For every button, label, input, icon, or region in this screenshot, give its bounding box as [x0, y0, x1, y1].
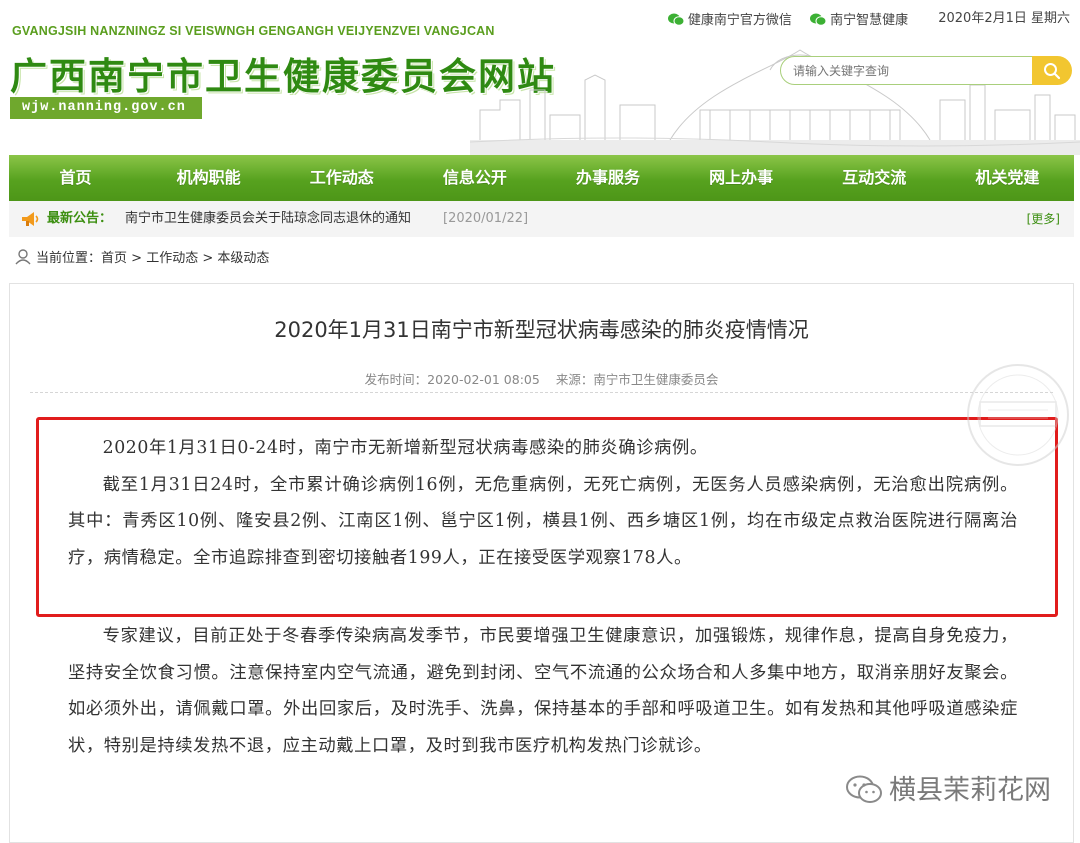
- wechat-account-watermark: 横县茉莉花网: [845, 768, 1051, 806]
- megaphone-icon: [22, 212, 39, 226]
- announcement-date: [2020/01/22]: [443, 211, 529, 226]
- article-divider: [30, 392, 1053, 393]
- watermark-text: 横县茉莉花网: [889, 775, 1051, 806]
- site-header: GVANGJSIH NANZNINGZ SI VEISWNGH GENGANGH…: [0, 0, 1080, 155]
- nav-item-interaction[interactable]: 互动交流: [808, 155, 941, 201]
- breadcrumb-separator: >: [198, 251, 218, 266]
- nav-item-services[interactable]: 办事服务: [542, 155, 675, 201]
- article-publish-time: 发布时间：2020-02-01 08:05: [364, 372, 540, 387]
- nav-item-info-disclosure[interactable]: 信息公开: [408, 155, 541, 201]
- article-title: 2020年1月31日南宁市新型冠状病毒感染的肺炎疫情情况: [274, 318, 809, 342]
- top-link-label: 南宁智慧健康: [830, 13, 909, 28]
- announcement-bar: 最新公告： 南宁市卫生健康委员会关于陆琼念同志退休的通知 [2020/01/22…: [9, 201, 1074, 237]
- breadcrumb-home[interactable]: 首页: [101, 251, 127, 266]
- breadcrumb: 当前位置：首页 > 工作动态 > 本级动态: [14, 247, 269, 271]
- user-location-icon: [15, 249, 31, 265]
- breadcrumb-separator: >: [127, 251, 147, 266]
- article-paragraph: 专家建议，目前正处于冬春季传染病高发季节，市民要增强卫生健康意识，加强锻炼，规律…: [68, 626, 1018, 756]
- top-link-wechat-official[interactable]: 健康南宁官方微信: [667, 9, 792, 28]
- nav-item-work-news[interactable]: 工作动态: [275, 155, 408, 201]
- nav-item-functions[interactable]: 机构职能: [142, 155, 275, 201]
- article-body: 专家建议，目前正处于冬春季传染病高发季节，市民要增强卫生健康意识，加强锻炼，规律…: [68, 618, 1018, 764]
- search-button[interactable]: [1032, 56, 1072, 85]
- breadcrumb-work-news[interactable]: 工作动态: [146, 251, 198, 266]
- announcement-more-link[interactable]: [更多]: [1027, 201, 1060, 237]
- city-skyline-banner: [470, 49, 1080, 155]
- article-source: 来源：南宁市卫生健康委员会: [555, 372, 719, 387]
- seal-watermark: [967, 364, 1069, 466]
- site-domain: wjw.nanning.gov.cn: [10, 97, 202, 119]
- breadcrumb-local-news[interactable]: 本级动态: [217, 251, 269, 266]
- site-title-pinyin: GVANGJSIH NANZNINGZ SI VEISWNGH GENGANGH…: [12, 24, 495, 38]
- current-date: 2020年2月1日 星期六: [938, 11, 1070, 26]
- nav-item-party-building[interactable]: 机关党建: [941, 155, 1074, 201]
- main-nav: 首页 机构职能 工作动态 信息公开 办事服务 网上办事 互动交流 机关党建: [9, 155, 1074, 201]
- search-box: [780, 56, 1072, 87]
- wechat-icon: [810, 13, 827, 26]
- top-link-label: 健康南宁官方微信: [687, 13, 792, 28]
- article-meta: 发布时间：2020-02-01 08:05 来源：南宁市卫生健康委员会: [10, 369, 1073, 388]
- nav-item-online-services[interactable]: 网上办事: [675, 155, 808, 201]
- nav-item-home[interactable]: 首页: [9, 155, 142, 201]
- announcement-label: 最新公告：: [47, 211, 113, 226]
- wechat-icon: [667, 13, 684, 26]
- search-input[interactable]: [780, 56, 1036, 85]
- red-highlight-box: [36, 417, 1058, 617]
- top-links: 健康南宁官方微信 南宁智慧健康 2020年2月1日 星期六: [654, 7, 1070, 28]
- breadcrumb-prefix: 当前位置：: [36, 251, 102, 266]
- announcement-link[interactable]: 南宁市卫生健康委员会关于陆琼念同志退休的通知: [125, 201, 411, 237]
- top-link-smart-health[interactable]: 南宁智慧健康: [810, 9, 908, 28]
- wechat-icon: [846, 775, 882, 803]
- search-icon: [1044, 63, 1061, 80]
